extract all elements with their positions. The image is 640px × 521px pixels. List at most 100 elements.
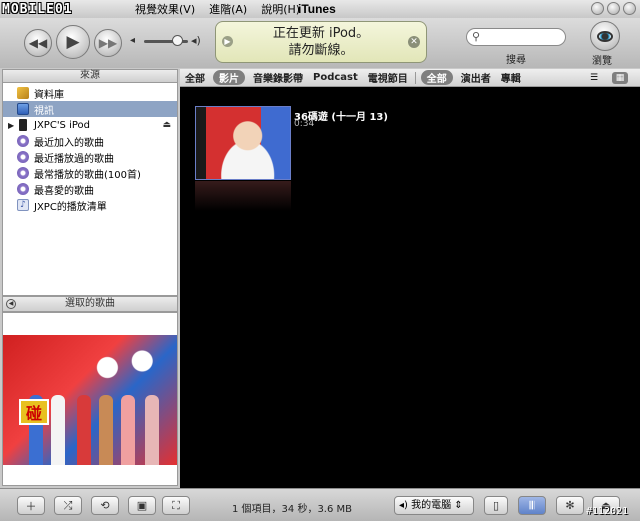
logo: MOBILE01: [2, 1, 73, 17]
volume-low-icon: ◂: [130, 35, 136, 46]
status-summary: 1 個項目，34 秒，3.6 MB: [232, 504, 353, 515]
sidebar-item-recently-played[interactable]: 最近播放過的歌曲: [3, 149, 177, 165]
disclosure-triangle-icon[interactable]: ▶: [8, 121, 14, 130]
browse-button[interactable]: [590, 21, 620, 51]
shuffle-button[interactable]: ⤮: [54, 496, 82, 515]
list-view-icon[interactable]: ☰: [586, 72, 602, 84]
sidebar-item-top-100[interactable]: 最常播放的歌曲(100首): [3, 165, 177, 181]
player-toolbar: ◀◀ ▶ ▶▶ ◂ ◂) ▶ 正在更新 iPod。 請勿斷線。 ✕ ⚲ 搜尋 瀏…: [0, 18, 640, 68]
library-icon: [17, 87, 29, 99]
ipod-icon: ▯: [492, 499, 500, 512]
sidebar-item-label: 視訊: [34, 105, 54, 117]
playlist-icon: ♪: [17, 199, 29, 211]
divider: [414, 71, 416, 84]
rewind-icon: ◀◀: [28, 36, 48, 50]
shuffle-icon: ⤮: [63, 498, 73, 512]
fast-forward-icon: ▶▶: [98, 36, 118, 50]
artwork-figure: [99, 395, 113, 465]
visualizer-icon: ✻: [565, 499, 575, 512]
browser-filter-bar: 全部 影片 音樂錄影帶 Podcast 電視節目 全部 演出者 專輯 ☰ ▦: [180, 69, 640, 87]
chevron-updown-icon: ⇕: [454, 500, 463, 511]
group-all[interactable]: 全部: [420, 70, 453, 85]
sidebar-item-label: 最近播放過的歌曲: [34, 153, 114, 165]
status-display: ▶ 正在更新 iPod。 請勿斷線。 ✕: [215, 21, 427, 63]
artwork-figure: [77, 395, 91, 465]
filter-music-videos[interactable]: 音樂錄影帶: [248, 70, 308, 85]
lcd-play-indicator-icon: ▶: [222, 36, 233, 47]
video-thumbnail[interactable]: [195, 106, 291, 180]
sidebar-item-label: 最近加入的歌曲: [34, 137, 104, 149]
minimize-button[interactable]: [591, 2, 604, 15]
sidebar-item-label: 最喜愛的歌曲: [34, 185, 94, 197]
repeat-button[interactable]: ⟲: [91, 496, 119, 515]
sidebar-item-recently-added[interactable]: 最近加入的歌曲: [3, 133, 177, 149]
add-playlist-button[interactable]: ＋: [17, 496, 45, 515]
speaker-select[interactable]: ◂) 我的電腦 ⇕: [394, 496, 474, 515]
search-label: 搜尋: [506, 55, 526, 66]
volume-knob[interactable]: [172, 35, 183, 46]
group-album[interactable]: 專輯: [496, 70, 526, 85]
eye-icon: [597, 30, 613, 42]
filter-tv-shows[interactable]: 電視節目: [363, 70, 413, 85]
smart-playlist-icon: [17, 151, 29, 163]
source-list: 資料庫 視訊 ▶ JXPC'S iPod ⏏ 最近加入的歌曲 最近播放過的歌曲 …: [2, 83, 178, 296]
selected-song-header[interactable]: ◀ 選取的歌曲: [2, 296, 178, 312]
sidebar-item-label: 資料庫: [34, 89, 64, 101]
artwork-badge: 碰: [19, 399, 49, 425]
previous-button[interactable]: ◀◀: [24, 29, 52, 57]
fullscreen-button[interactable]: ⛶: [162, 496, 190, 515]
ipod-button[interactable]: ▯: [484, 496, 508, 515]
show-artwork-button[interactable]: ▣: [128, 496, 156, 515]
grid-view-icon[interactable]: ▦: [612, 72, 628, 84]
volume-high-icon: ◂): [191, 34, 201, 47]
sidebar-item-ipod[interactable]: ▶ JXPC'S iPod ⏏: [3, 117, 177, 133]
smart-playlist-icon: [17, 167, 29, 179]
artwork-toggle-icon[interactable]: ◀: [6, 299, 16, 309]
browse-label: 瀏覽: [592, 56, 612, 67]
maximize-button[interactable]: [607, 2, 620, 15]
filter-movies[interactable]: 影片: [213, 70, 245, 85]
artwork-figure: [51, 395, 65, 465]
video-duration: 0:34: [294, 119, 315, 129]
fullscreen-icon: ⛶: [172, 498, 180, 512]
artwork-viewer[interactable]: 碰: [2, 312, 178, 486]
sidebar-item-label: 最常播放的歌曲(100首): [34, 169, 141, 181]
visualizer-button[interactable]: ✻: [556, 496, 584, 515]
cancel-sync-icon[interactable]: ✕: [408, 36, 420, 48]
plus-icon: ＋: [25, 499, 37, 513]
play-button[interactable]: ▶: [56, 25, 90, 59]
status-line-2: 請勿斷線。: [288, 43, 354, 58]
sidebar-item-video[interactable]: 視訊: [3, 101, 177, 117]
eject-icon[interactable]: ⏏: [162, 120, 171, 130]
menu-advanced[interactable]: 進階(A): [202, 1, 254, 17]
artwork-image: 碰: [3, 335, 177, 465]
group-artist[interactable]: 演出者: [456, 70, 496, 85]
menu-visualizer[interactable]: 視覺效果(V): [128, 1, 202, 17]
smart-playlist-icon: [17, 135, 29, 147]
sidebar-item-favorites[interactable]: 最喜愛的歌曲: [3, 181, 177, 197]
sidebar-item-jxpc-playlist[interactable]: ♪ JXPC的播放清單: [3, 197, 177, 213]
video-grid: 36碼遊 (十一月 13) 0:34: [180, 87, 640, 488]
status-line-1: 正在更新 iPod。: [272, 26, 370, 41]
watermark: #112021: [586, 506, 629, 517]
bottom-toolbar: ＋ ⤮ ⟲ ▣ ⛶ 1 個項目，34 秒，3.6 MB ◂) 我的電腦 ⇕ ▯ …: [0, 488, 640, 521]
play-icon: ▶: [66, 32, 80, 52]
speaker-icon: ◂): [399, 500, 408, 511]
next-button[interactable]: ▶▶: [94, 29, 122, 57]
speaker-label: 我的電腦: [411, 500, 452, 511]
menu-bar: MOBILE01 視覺效果(V) 進階(A) 說明(H) iTunes: [0, 0, 640, 18]
equalizer-icon: 𝄃𝄃: [529, 498, 535, 512]
close-button[interactable]: [623, 2, 636, 15]
artwork-icon: ▣: [136, 499, 148, 512]
filter-podcast[interactable]: Podcast: [308, 72, 363, 83]
selected-song-label: 選取的歌曲: [65, 298, 115, 309]
source-header: 來源: [2, 69, 178, 83]
artwork-figure: [121, 395, 135, 465]
filter-all[interactable]: 全部: [180, 70, 210, 85]
sidebar-item-library[interactable]: 資料庫: [3, 85, 177, 101]
search-input[interactable]: ⚲: [466, 28, 566, 46]
artwork-figure: [145, 395, 159, 465]
sidebar-item-label: JXPC'S iPod: [34, 119, 91, 131]
thumbnail-reflection: [195, 181, 291, 211]
equalizer-button[interactable]: 𝄃𝄃: [518, 496, 546, 515]
